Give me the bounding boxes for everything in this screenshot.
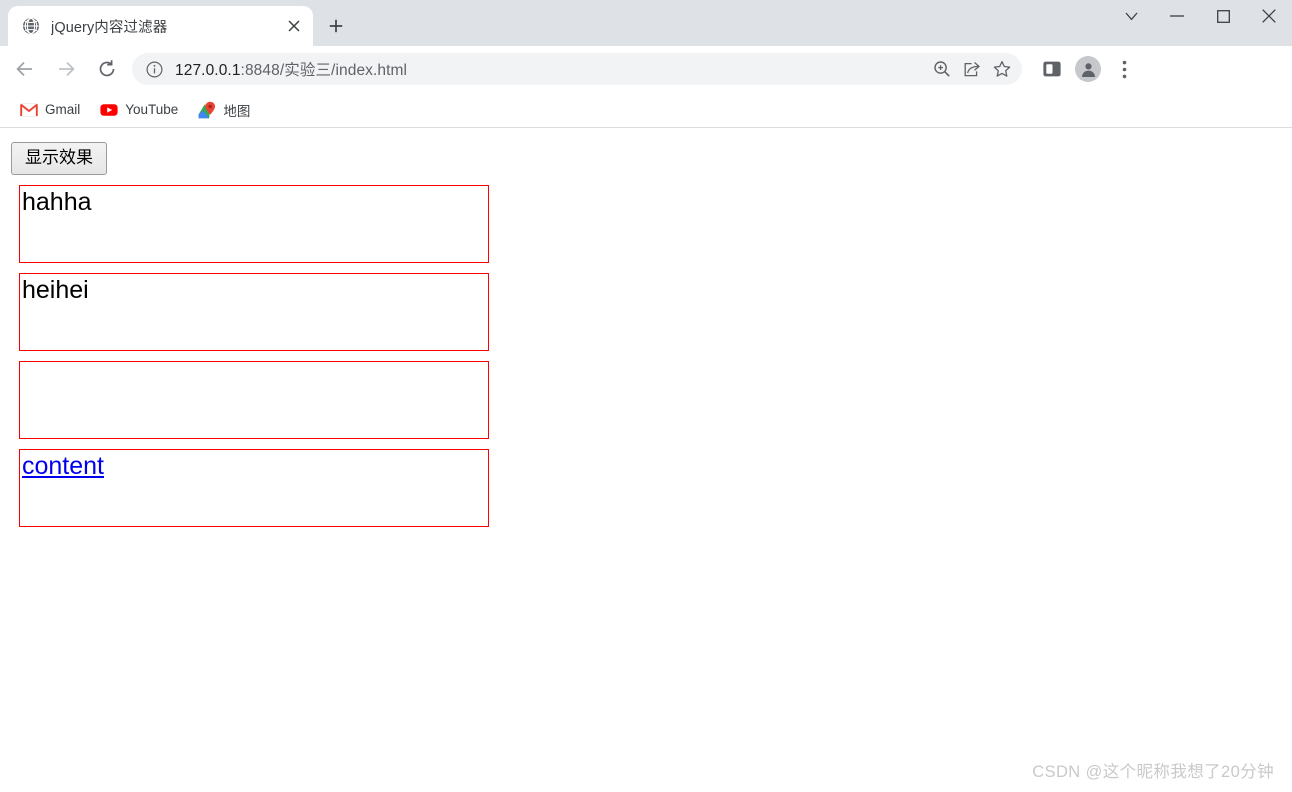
chevron-down-icon <box>1125 12 1137 20</box>
url-host: 127.0.0.1 <box>175 62 241 79</box>
google-maps-icon <box>198 101 216 119</box>
plus-icon <box>329 19 343 33</box>
address-bar[interactable]: 127.0.0.1:8848/实验三/index.html <box>132 53 1022 85</box>
arrow-right-icon <box>59 61 75 77</box>
url-text[interactable]: 127.0.0.1:8848/实验三/index.html <box>175 58 924 80</box>
content-box-4: content <box>19 448 489 527</box>
minimize-icon <box>1170 15 1184 17</box>
bookmark-label: YouTube <box>125 102 179 117</box>
info-circle-icon[interactable] <box>144 59 164 79</box>
browser-toolbar: 127.0.0.1:8848/实验三/index.html <box>0 46 1292 92</box>
close-button[interactable] <box>1246 0 1292 32</box>
globe-icon <box>23 17 39 35</box>
csdn-watermark: CSDN @这个昵称我想了20分钟 <box>1032 763 1274 781</box>
content-box-3-empty <box>19 360 489 439</box>
content-box-2-text: heihei <box>22 275 89 304</box>
tab-search-button[interactable] <box>1108 0 1154 32</box>
bookmark-label: Gmail <box>45 102 81 117</box>
show-effect-button[interactable]: 显示效果 <box>11 142 107 175</box>
maximize-button[interactable] <box>1200 0 1246 32</box>
bookmark-label: 地图 <box>223 103 251 119</box>
content-link[interactable]: content <box>22 452 104 480</box>
close-icon <box>1262 9 1276 23</box>
window-controls <box>1108 0 1292 32</box>
arrow-left-icon <box>16 61 32 77</box>
content-box-1-text: hahha <box>22 187 92 216</box>
back-button[interactable] <box>10 54 40 84</box>
browser-window: jQuery内容过滤器 127.0.0.1:8848/实验三/index.htm… <box>0 0 1292 792</box>
url-path: /实验三/index.html <box>279 62 408 79</box>
reload-icon <box>99 60 115 77</box>
bookmark-item-youtube[interactable]: YouTube <box>92 97 186 123</box>
bookmark-item-gmail[interactable]: Gmail <box>12 97 88 123</box>
share-icon[interactable] <box>958 55 986 83</box>
omnibox-actions <box>928 55 1016 83</box>
bookmark-item-maps[interactable]: 地图 <box>190 97 258 123</box>
page-viewport: 显示效果 hahha heihei content CSDN @这个昵称我想了2… <box>0 132 1292 792</box>
more-menu-icon[interactable] <box>1108 53 1140 85</box>
gmail-icon <box>20 101 38 119</box>
tab-title: jQuery内容过滤器 <box>51 19 168 36</box>
youtube-icon <box>100 101 118 119</box>
tab-strip: jQuery内容过滤器 <box>0 0 1292 46</box>
url-port: :8848 <box>240 62 280 79</box>
reload-button[interactable] <box>92 54 122 84</box>
zoom-in-icon[interactable] <box>928 55 956 83</box>
content-box-1: hahha <box>19 184 489 263</box>
avatar <box>1075 56 1101 82</box>
tab-close-icon[interactable] <box>281 13 307 39</box>
content-box-2: heihei <box>19 272 489 351</box>
toolbar-right-actions <box>1032 53 1140 85</box>
side-panel-icon[interactable] <box>1036 53 1068 85</box>
browser-tab-active[interactable]: jQuery内容过滤器 <box>8 6 313 46</box>
star-icon[interactable] <box>988 55 1016 83</box>
maximize-icon <box>1216 9 1230 23</box>
page-body: 显示效果 hahha heihei content <box>0 132 1292 535</box>
bookmarks-bar: Gmail YouTube 地图 <box>0 92 1292 128</box>
new-tab-button[interactable] <box>321 11 351 41</box>
forward-button[interactable] <box>51 54 81 84</box>
profile-avatar-icon[interactable] <box>1072 53 1104 85</box>
minimize-button[interactable] <box>1154 0 1200 32</box>
